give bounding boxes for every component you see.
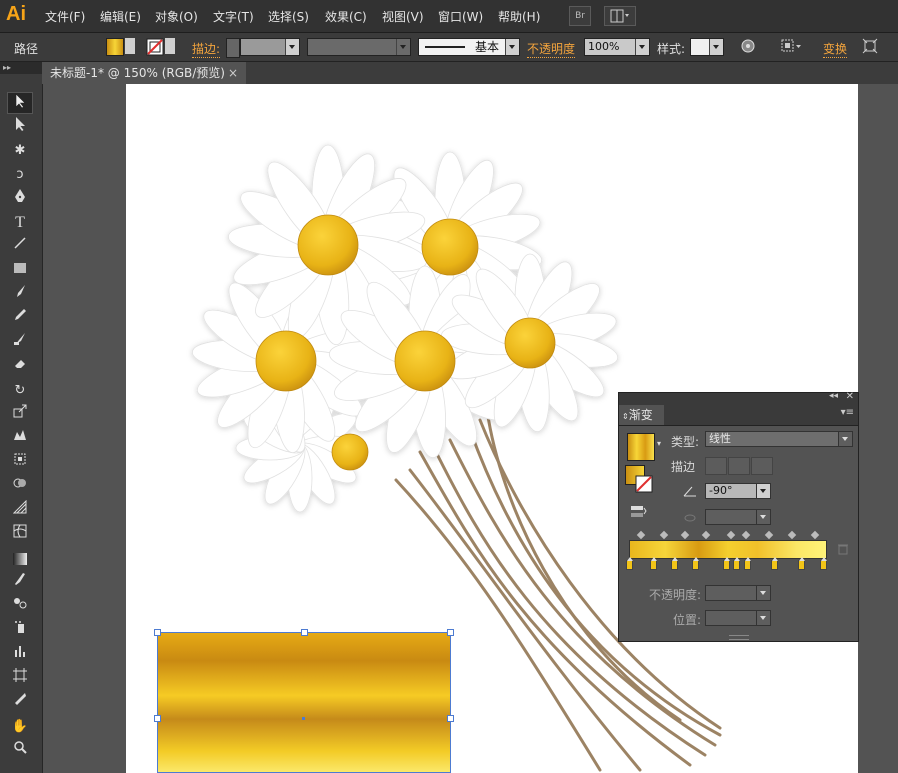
collapse-panel-icon[interactable]: ◂◂ [829, 391, 838, 401]
aspect-ratio-icon [684, 514, 696, 522]
opacity-label: 不透明度: [649, 588, 702, 602]
chevron-down-icon [756, 484, 770, 498]
gradient-stop[interactable] [771, 557, 778, 570]
gradient-stop[interactable] [733, 557, 740, 570]
trash-icon[interactable] [837, 543, 849, 555]
center-point [302, 717, 305, 720]
selection-handle[interactable] [447, 629, 454, 636]
chevron-down-icon [756, 510, 770, 524]
panel-title: 渐变 [628, 408, 653, 422]
selection-handle[interactable] [154, 629, 161, 636]
gradient-midpoint[interactable] [726, 530, 736, 540]
type-label: 类型: [671, 435, 700, 449]
stroke-across-button[interactable] [751, 457, 773, 475]
gradient-type-value: 线性 [709, 432, 731, 445]
angle-value: -90° [709, 484, 733, 497]
gradient-midpoint[interactable] [741, 530, 751, 540]
gradient-rectangle[interactable] [154, 629, 454, 773]
stroke-label: 描边 [671, 460, 696, 474]
aspect-ratio-input[interactable] [705, 509, 771, 525]
angle-input[interactable]: -90° [705, 483, 771, 499]
gradient-midpoint[interactable] [810, 530, 820, 540]
no-stroke-icon[interactable] [635, 475, 653, 493]
gradient-stop[interactable] [744, 557, 751, 570]
gradient-stop[interactable] [798, 557, 805, 570]
gradient-midpoint[interactable] [680, 530, 690, 540]
location-label: 位置: [673, 613, 702, 627]
selection-handle[interactable] [447, 715, 454, 722]
chevron-down-icon [838, 432, 852, 446]
gradient-preview-swatch[interactable] [627, 433, 655, 461]
panel-menu-icon[interactable]: ▾≡ [841, 407, 854, 418]
gradient-stop[interactable] [723, 557, 730, 570]
stop-location-input[interactable] [705, 610, 771, 626]
panel-resize-grip[interactable] [729, 635, 749, 640]
gradient-stop[interactable] [692, 557, 699, 570]
gradient-stop[interactable] [671, 557, 678, 570]
gradient-midpoint[interactable] [764, 530, 774, 540]
gradient-panel: ◂◂ ✕ ⇕渐变 ▾≡ ▾ 类型: 线性 描边 -90° 不透明度: 位置: [618, 391, 859, 642]
stop-opacity-input[interactable] [705, 585, 771, 601]
gradient-midpoint[interactable] [659, 530, 669, 540]
close-panel-icon[interactable]: ✕ [846, 391, 854, 402]
gradient-type-dropdown[interactable]: 线性 [705, 431, 853, 447]
stroke-within-button[interactable] [705, 457, 727, 475]
chevron-down-icon[interactable]: ▾ [657, 439, 661, 448]
reverse-gradient-icon[interactable] [629, 505, 647, 519]
gradient-midpoint[interactable] [701, 530, 711, 540]
gradient-stop[interactable] [626, 557, 633, 570]
tab-gradient[interactable]: ⇕渐变 [619, 405, 664, 425]
selection-handle[interactable] [301, 629, 308, 636]
chevron-down-icon [756, 611, 770, 625]
angle-icon [683, 486, 696, 497]
stroke-along-button[interactable] [728, 457, 750, 475]
expand-arrows-icon: ⇕ [622, 412, 629, 421]
panel-tab-bar: ⇕渐变 ▾≡ [619, 405, 858, 426]
panel-header-bar[interactable]: ◂◂ ✕ [619, 391, 858, 405]
gradient-midpoint[interactable] [787, 530, 797, 540]
selection-handle[interactable] [154, 715, 161, 722]
gradient-midpoint[interactable] [636, 530, 646, 540]
chevron-down-icon [756, 586, 770, 600]
gradient-stop[interactable] [650, 557, 657, 570]
gradient-stop[interactable] [820, 557, 827, 570]
